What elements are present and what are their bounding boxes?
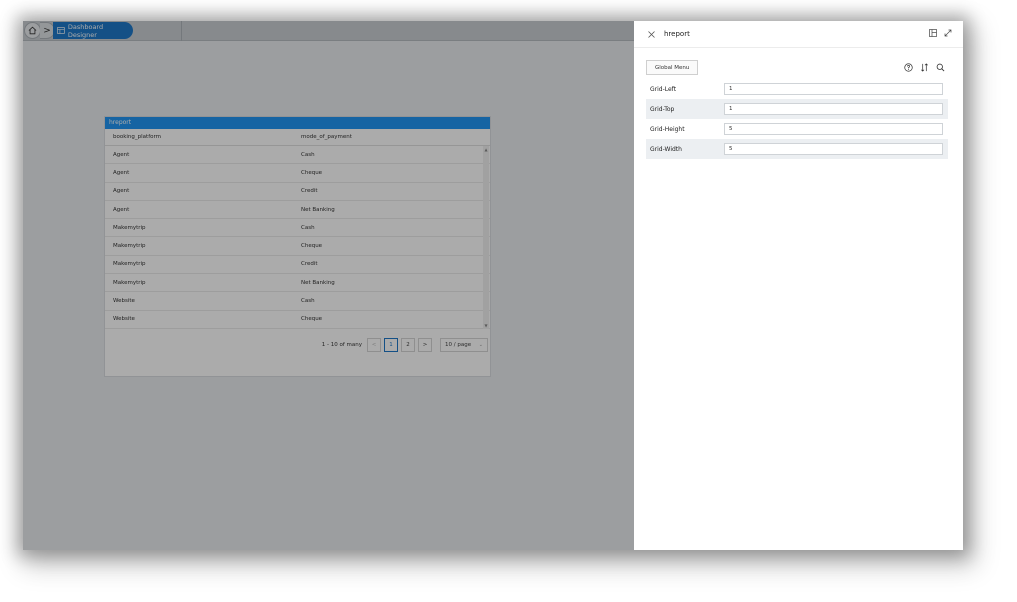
panel-tools [904, 63, 945, 72]
topbar-divider [181, 21, 182, 41]
property-label: Grid-Width [650, 145, 682, 153]
breadcrumb-label: Dashboard Designer [67, 22, 104, 39]
cell-mode-of-payment: Cash [301, 224, 315, 231]
help-icon[interactable] [904, 63, 913, 72]
cell-mode-of-payment: Cheque [301, 169, 323, 176]
page-1-button[interactable]: 1 [384, 338, 398, 352]
property-row-grid-width: Grid-Width 5 [646, 139, 948, 159]
column-header-booking-platform[interactable]: booking_platform [105, 134, 293, 140]
table-row[interactable]: Makemytrip Credit [105, 256, 490, 275]
cell-booking-platform: Makemytrip [113, 243, 146, 250]
table-row[interactable]: Agent Credit [105, 183, 490, 201]
table-header: booking_platform mode_of_payment [105, 129, 490, 146]
app-window: > Dashboard Designer hreport booking_pla… [23, 21, 963, 550]
cell-booking-platform: Website [113, 298, 135, 305]
expand-icon[interactable] [944, 29, 952, 37]
property-row-grid-left: Grid-Left 1 [646, 79, 948, 99]
home-button[interactable] [24, 22, 41, 39]
table-body: Agent Cash Agent Cheque Agent Credit Agent Net … [105, 146, 490, 329]
cell-booking-platform: Makemytrip [113, 279, 146, 286]
panel-header: hreport [634, 21, 963, 48]
cell-mode-of-payment: Cash [301, 151, 315, 158]
scroll-down-icon[interactable]: ▼ [483, 323, 489, 328]
grid-width-input[interactable]: 5 [724, 143, 943, 155]
close-icon[interactable] [648, 30, 655, 38]
page-size-select[interactable]: 10 / page ⌄ [440, 338, 488, 352]
table-row[interactable]: Website Cash [105, 292, 490, 311]
page-size-value: 10 / page [445, 342, 472, 348]
table-row[interactable]: Agent Cheque [105, 164, 490, 183]
sort-icon[interactable] [920, 63, 929, 72]
cell-mode-of-payment: Cash [301, 298, 315, 305]
cell-booking-platform: Agent [113, 206, 130, 213]
global-menu-button[interactable]: Global Menu [646, 60, 699, 75]
property-label: Grid-Top [650, 105, 675, 113]
cell-mode-of-payment: Net Banking [301, 206, 335, 213]
pagination-range-text: 1 - 10 of many [321, 342, 362, 348]
grid-height-input[interactable]: 5 [724, 123, 943, 135]
pagination: 1 - 10 of many < 1 2 > 10 / page ⌄ [105, 337, 490, 353]
cell-mode-of-payment: Cheque [301, 243, 323, 250]
layout-icon[interactable] [929, 29, 937, 37]
dashboard-icon [57, 27, 65, 34]
dashboard-canvas: hreport booking_platform mode_of_payment… [23, 41, 634, 550]
prev-page-button[interactable]: < [367, 338, 381, 352]
cell-mode-of-payment: Cheque [301, 316, 323, 323]
table-row[interactable]: Makemytrip Net Banking [105, 274, 490, 293]
scroll-up-icon[interactable]: ▲ [483, 147, 489, 152]
cell-booking-platform: Agent [113, 188, 130, 195]
property-list: Grid-Left 1 Grid-Top 1 Grid-Height 5 Gri… [646, 79, 948, 159]
table-row[interactable]: Agent Cash [105, 146, 490, 165]
breadcrumb-dashboard-designer[interactable]: Dashboard Designer [53, 22, 133, 39]
grid-left-input[interactable]: 1 [724, 83, 943, 95]
panel-header-actions [929, 29, 952, 37]
properties-panel: hreport Global Menu Grid-Left 1 Grid-Top… [634, 21, 963, 550]
chevron-down-icon: ⌄ [478, 342, 483, 348]
table-scrollbar[interactable]: ▲ ▼ [483, 146, 489, 329]
cell-booking-platform: Makemytrip [113, 224, 146, 231]
column-header-mode-of-payment[interactable]: mode_of_payment [293, 134, 473, 140]
table-row[interactable]: Website Cheque [105, 311, 490, 329]
property-row-grid-top: Grid-Top 1 [646, 99, 948, 119]
table-row[interactable]: Agent Net Banking [105, 201, 490, 220]
chevron-right-icon: > [43, 25, 51, 36]
cell-booking-platform: Website [113, 316, 135, 323]
panel-title: hreport [664, 30, 690, 38]
report-title: hreport [105, 117, 490, 129]
cell-booking-platform: Makemytrip [113, 261, 146, 268]
report-widget[interactable]: hreport booking_platform mode_of_payment… [104, 116, 491, 377]
home-icon [28, 26, 37, 35]
next-page-button[interactable]: > [418, 338, 432, 352]
cell-mode-of-payment: Credit [301, 188, 318, 195]
property-row-grid-height: Grid-Height 5 [646, 119, 948, 139]
search-icon[interactable] [936, 63, 945, 72]
property-label: Grid-Left [650, 85, 677, 93]
top-bar: > Dashboard Designer [23, 21, 634, 41]
page-2-button[interactable]: 2 [401, 338, 415, 352]
grid-top-input[interactable]: 1 [724, 103, 943, 115]
cell-booking-platform: Agent [113, 151, 130, 158]
table-row[interactable]: Makemytrip Cash [105, 219, 490, 238]
property-label: Grid-Height [650, 125, 685, 133]
cell-booking-platform: Agent [113, 169, 130, 176]
cell-mode-of-payment: Credit [301, 261, 318, 268]
cell-mode-of-payment: Net Banking [301, 279, 335, 286]
table-row[interactable]: Makemytrip Cheque [105, 237, 490, 256]
